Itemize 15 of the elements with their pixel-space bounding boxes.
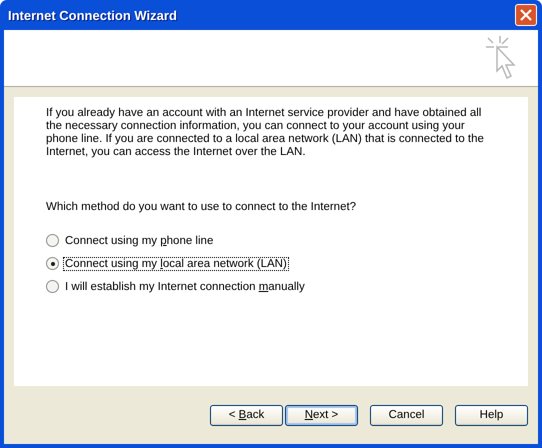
option-label[interactable]: Connect using my local area network (LAN) — [64, 258, 288, 270]
radio-button[interactable] — [46, 280, 59, 293]
close-button[interactable] — [515, 4, 537, 26]
wizard-button[interactable]: Next > — [285, 404, 358, 426]
option-label[interactable]: Connect using my phone line — [64, 234, 214, 246]
radio-button[interactable] — [46, 257, 59, 270]
close-icon — [520, 9, 532, 21]
window-title: Internet Connection Wizard — [8, 8, 177, 22]
question-text: Which method do you want to use to connect to the Internet? — [46, 201, 358, 213]
wizard-button[interactable]: < Back — [210, 404, 283, 426]
radio-button[interactable] — [46, 234, 59, 247]
intro-text: If you already have an account with an Internet service provider and have obtained all the necessary connection information, you can connect to your account using your phone line. If you are connected to a local area network (LAN) that is connected to the Internet, you can access the Internet over the LAN. — [46, 107, 485, 159]
option-label[interactable]: I will establish my Internet connection manually — [64, 280, 306, 292]
wizard-button[interactable]: Help — [455, 404, 528, 426]
wizard-button[interactable]: Cancel — [370, 404, 443, 426]
